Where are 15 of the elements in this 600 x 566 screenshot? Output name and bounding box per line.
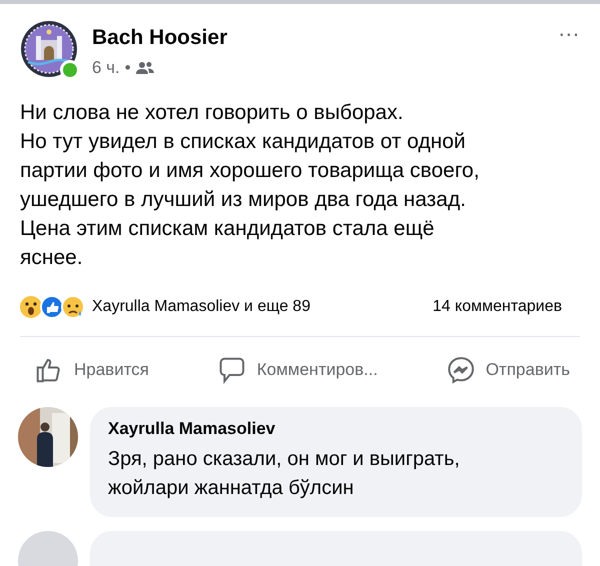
post-time: 6 ч. bbox=[92, 58, 120, 78]
author-name[interactable]: Bach Hoosier bbox=[92, 26, 559, 50]
post-text: Ни слова не хотел говорить о выборах. Но тут увидел в списках кандидатов от одной партии фото и имя хорошего товарища своего, ушедшего в лучший из миров два года назад. Цена этим спискам кандидатов стала ещё яснее. bbox=[19, 100, 480, 271]
comment-text: Зря, рано сказали, он мог и выиграть, жойлари жаннатда бўлсин bbox=[108, 447, 461, 501]
more-options-button[interactable]: ... bbox=[558, 16, 580, 42]
reactions-summary[interactable]: Xayrulla Mamasoliev и еще 89 bbox=[92, 298, 433, 316]
comments-count[interactable]: 14 комментариев bbox=[432, 298, 562, 316]
comment-button[interactable]: Комментиров... bbox=[216, 355, 378, 385]
comment-author[interactable]: Xayrulla Mamasoliev bbox=[108, 419, 564, 439]
share-button[interactable]: Отправить bbox=[446, 355, 570, 385]
friends-icon bbox=[136, 61, 154, 75]
like-button[interactable]: Нравится bbox=[34, 355, 150, 385]
page-logo bbox=[20, 20, 78, 78]
separator-dot: • bbox=[124, 58, 131, 78]
messenger-icon bbox=[446, 355, 476, 385]
